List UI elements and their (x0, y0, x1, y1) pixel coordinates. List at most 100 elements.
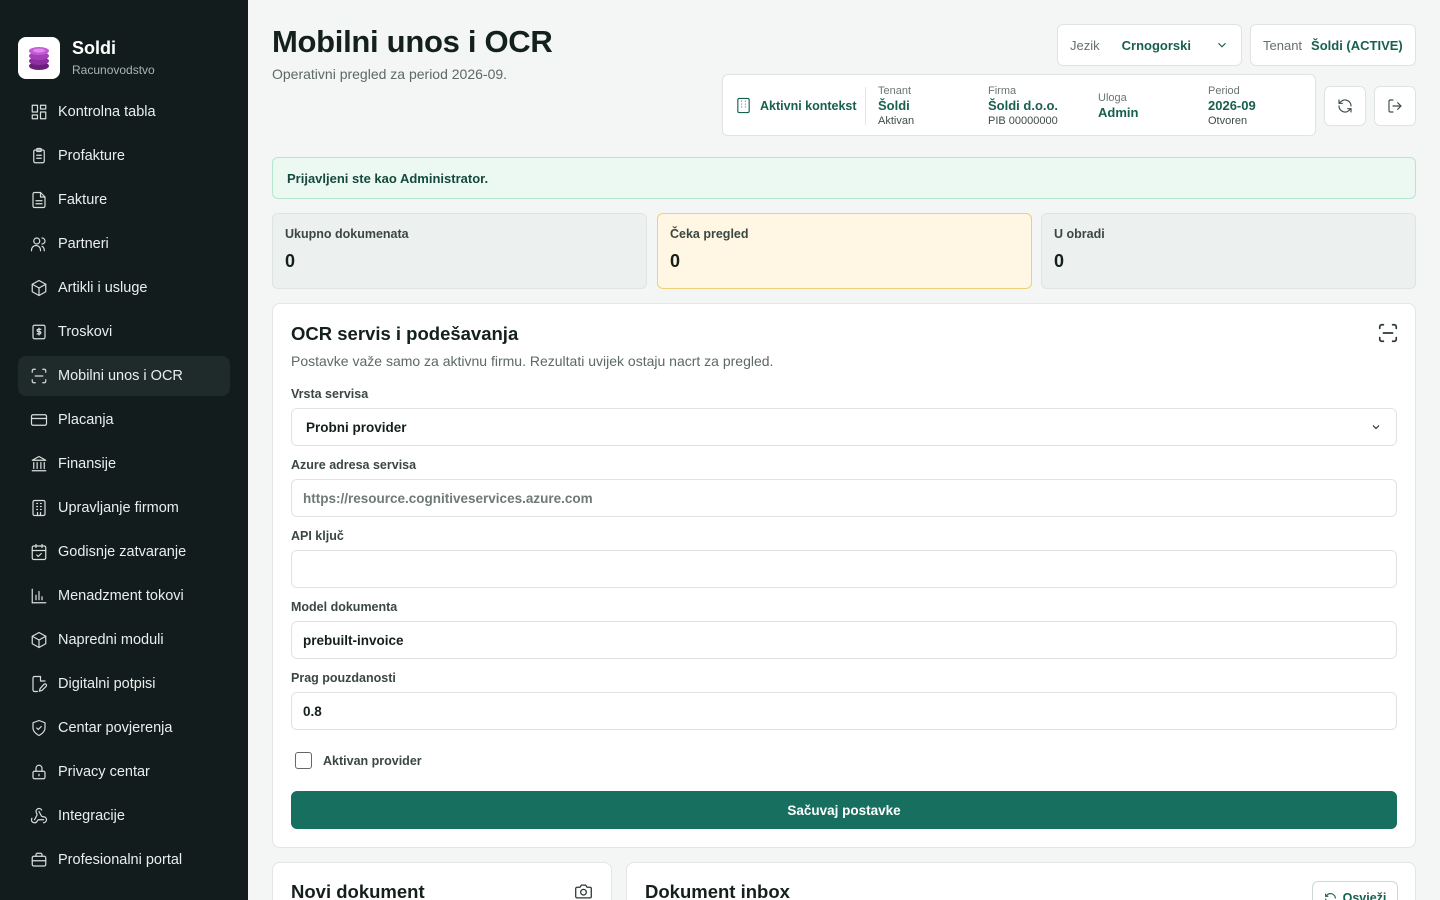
brand-logo (18, 37, 60, 79)
confidence-label: Prag pouzdanosti (291, 671, 396, 685)
coins-logo-icon (29, 47, 49, 70)
doc-model-value: prebuilt-invoice (303, 632, 404, 648)
stat-in-progress: U obradi 0 (1041, 213, 1416, 289)
sidebar-item-profesionalni-portal[interactable]: Profesionalni portal (18, 840, 230, 880)
ocr-card-title: OCR servis i podešavanja (291, 323, 519, 344)
page-subtitle: Operativni pregled za period 2026-09. (272, 66, 508, 82)
context-sub: Otvoren (1208, 115, 1248, 127)
document-icon (32, 191, 46, 209)
context-tenant: Tenant Šoldi Aktivan (878, 84, 914, 128)
azure-url-placeholder: https://resource.cognitiveservices.azure… (303, 490, 593, 506)
sidebar-item-label: Finansije (58, 456, 117, 472)
refresh-button[interactable] (1324, 86, 1366, 126)
sidebar-item-fakture[interactable]: Fakture (18, 180, 230, 220)
sidebar-item-digitalni-potpisi[interactable]: Digitalni potpisi (18, 664, 230, 704)
logout-button[interactable] (1374, 86, 1416, 126)
sidebar-item-label: Digitalni potpisi (58, 676, 156, 692)
sidebar-item-finansije[interactable]: Finansije (18, 444, 230, 484)
context-value: Šoldi (878, 98, 910, 113)
package-icon (31, 279, 47, 297)
sidebar-item-integracije[interactable]: Integracije (18, 796, 230, 836)
sidebar-item-napredni-moduli[interactable]: Napredni moduli (18, 620, 230, 660)
sidebar-item-label: Godisnje zatvaranje (58, 544, 187, 560)
sidebar-item-upravljanje-firmom[interactable]: Upravljanje firmom (18, 488, 230, 528)
sidebar-item-privacy-centar[interactable]: Privacy centar (18, 752, 230, 792)
language-label: Jezik (1070, 37, 1100, 53)
sidebar-item-label: Partneri (58, 236, 109, 252)
tenant-label: Tenant (1263, 37, 1303, 53)
sidebar-item-profakture[interactable]: Profakture (18, 136, 230, 176)
logout-icon (1388, 99, 1402, 113)
save-settings-button[interactable]: Sačuvaj postavke (291, 791, 1397, 829)
chevron-down-icon (1372, 425, 1380, 430)
sidebar-item-kontrolna-tabla[interactable]: Kontrolna tabla (18, 92, 230, 132)
active-context-panel: Aktivni kontekst Tenant Šoldi Aktivan Fi… (722, 74, 1316, 136)
login-alert: Prijavljeni ste kao Administrator. (272, 157, 1416, 199)
sidebar: Soldi Racunovodstvo Kontrolna tabla Prof… (0, 0, 248, 900)
sidebar-item-godisnje-zatvaranje[interactable]: Godisnje zatvaranje (18, 532, 230, 572)
receipt-icon (32, 324, 46, 340)
stat-total-documents: Ukupno dokumenata 0 (272, 213, 647, 289)
refresh-icon (1324, 892, 1336, 900)
context-sub: Aktivan (878, 115, 915, 127)
main-content: Mobilni unos i OCR Operativni pregled za… (272, 0, 1416, 900)
document-inbox-card: Dokument inbox Osvježi (626, 862, 1416, 900)
inbox-refresh-button[interactable]: Osvježi (1312, 881, 1398, 900)
azure-url-input[interactable]: https://resource.cognitiveservices.azure… (291, 479, 1397, 517)
building-icon (737, 97, 750, 114)
language-value: Crnogorski (1121, 37, 1191, 53)
dashboard-icon (31, 104, 47, 120)
active-provider-row[interactable]: Aktivan provider (295, 752, 422, 769)
alert-text: Prijavljeni ste kao Administrator. (287, 170, 489, 186)
context-firma: Firma Šoldi d.o.o. PIB 00000000 (988, 84, 1058, 128)
context-value: Admin (1098, 105, 1139, 120)
context-value: 2026-09 (1208, 98, 1256, 113)
scan-icon (31, 368, 47, 384)
webhook-icon (30, 807, 48, 824)
users-icon (30, 237, 46, 252)
doc-model-input[interactable]: prebuilt-invoice (291, 621, 1397, 659)
new-document-title: Novi dokument (291, 881, 425, 900)
sidebar-item-placanja[interactable]: Placanja (18, 400, 230, 440)
brand-name: Soldi (72, 38, 116, 58)
sidebar-item-artikli[interactable]: Artikli i usluge (18, 268, 230, 308)
credit-card-icon (30, 414, 48, 426)
sidebar-item-label: Placanja (58, 412, 114, 428)
chevron-down-icon (1218, 42, 1226, 48)
language-select[interactable]: Jezik Crnogorski (1057, 24, 1242, 66)
sidebar-item-troskovi[interactable]: Troskovi (18, 312, 230, 352)
building-icon (32, 499, 46, 517)
active-provider-checkbox[interactable] (295, 752, 312, 769)
sidebar-item-partneri[interactable]: Partneri (18, 224, 230, 264)
lock-icon (32, 764, 46, 780)
stat-awaiting-review: Čeka pregled 0 (657, 213, 1032, 289)
service-type-select[interactable]: Probni provider (291, 408, 1397, 446)
new-document-card: Novi dokument (272, 862, 612, 900)
active-provider-label: Aktivan provider (323, 753, 422, 768)
bank-icon (31, 455, 47, 472)
confidence-input[interactable]: 0.8 (291, 692, 1397, 730)
document-inbox-title: Dokument inbox (645, 881, 790, 900)
service-type-value: Probni provider (306, 419, 407, 435)
briefcase-icon (31, 852, 47, 867)
stat-value: 0 (1054, 251, 1065, 271)
sidebar-item-centar-povjerenja[interactable]: Centar povjerenja (18, 708, 230, 748)
sidebar-item-mobilni-unos-ocr[interactable]: Mobilni unos i OCR (18, 356, 230, 396)
ocr-settings-card: OCR servis i podešavanja Postavke važe s… (272, 303, 1416, 848)
sidebar-item-label: Profesionalni portal (58, 852, 183, 868)
confidence-value: 0.8 (303, 703, 322, 719)
tenant-select[interactable]: Tenant Šoldi (ACTIVE) (1250, 24, 1416, 66)
sidebar-item-label: Napredni moduli (58, 632, 164, 648)
brand[interactable]: Soldi Racunovodstvo (0, 0, 248, 92)
context-period: Period 2026-09 Otvoren (1208, 84, 1256, 128)
context-key: Tenant (878, 85, 912, 97)
sidebar-item-label: Artikli i usluge (58, 280, 148, 296)
sidebar-item-menadzment-tokovi[interactable]: Menadzment tokovi (18, 576, 230, 616)
api-key-input[interactable] (291, 550, 1397, 588)
inbox-refresh-label: Osvježi (1342, 891, 1387, 900)
calendar-check-icon (31, 543, 47, 561)
box-icon (31, 631, 47, 649)
scan-icon (1377, 322, 1399, 344)
doc-model-label: Model dokumenta (291, 600, 398, 614)
sidebar-item-label: Profakture (58, 148, 125, 164)
